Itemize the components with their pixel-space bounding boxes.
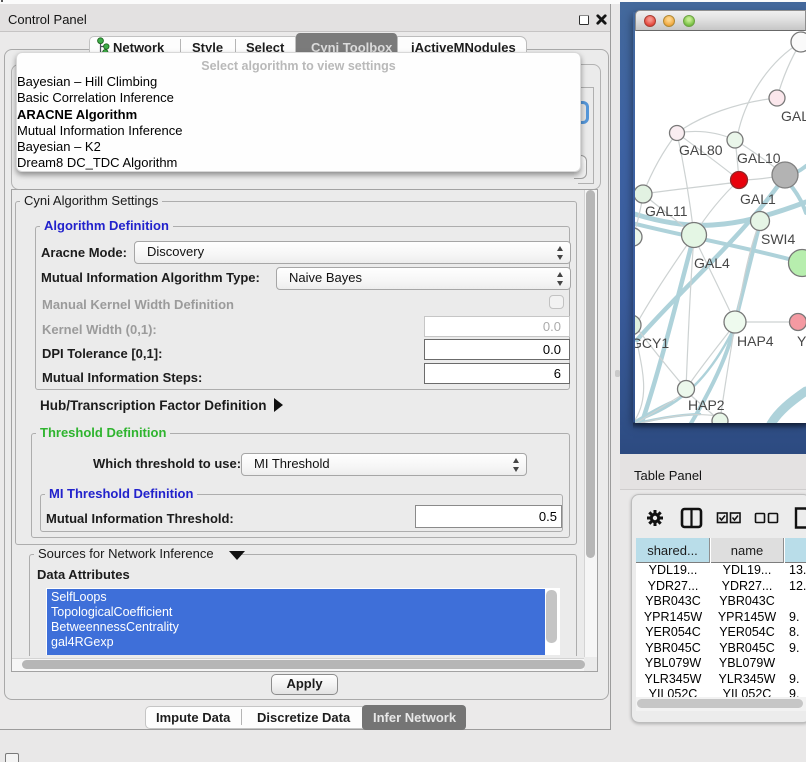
svg-text:Y: Y — [797, 333, 806, 349]
svg-text:SWI4: SWI4 — [761, 231, 795, 247]
svg-text:GAL1: GAL1 — [740, 191, 776, 207]
svg-text:GCY1: GCY1 — [635, 335, 669, 351]
svg-text:HAP4: HAP4 — [737, 333, 774, 349]
svg-text:GAL11: GAL11 — [645, 203, 688, 219]
svg-text:GAL10: GAL10 — [737, 150, 781, 166]
svg-text:HAP2: HAP2 — [688, 397, 725, 413]
svg-text:GAL4: GAL4 — [694, 255, 730, 271]
svg-text:GAL: GAL — [781, 108, 806, 124]
svg-text:GAL80: GAL80 — [679, 142, 723, 158]
